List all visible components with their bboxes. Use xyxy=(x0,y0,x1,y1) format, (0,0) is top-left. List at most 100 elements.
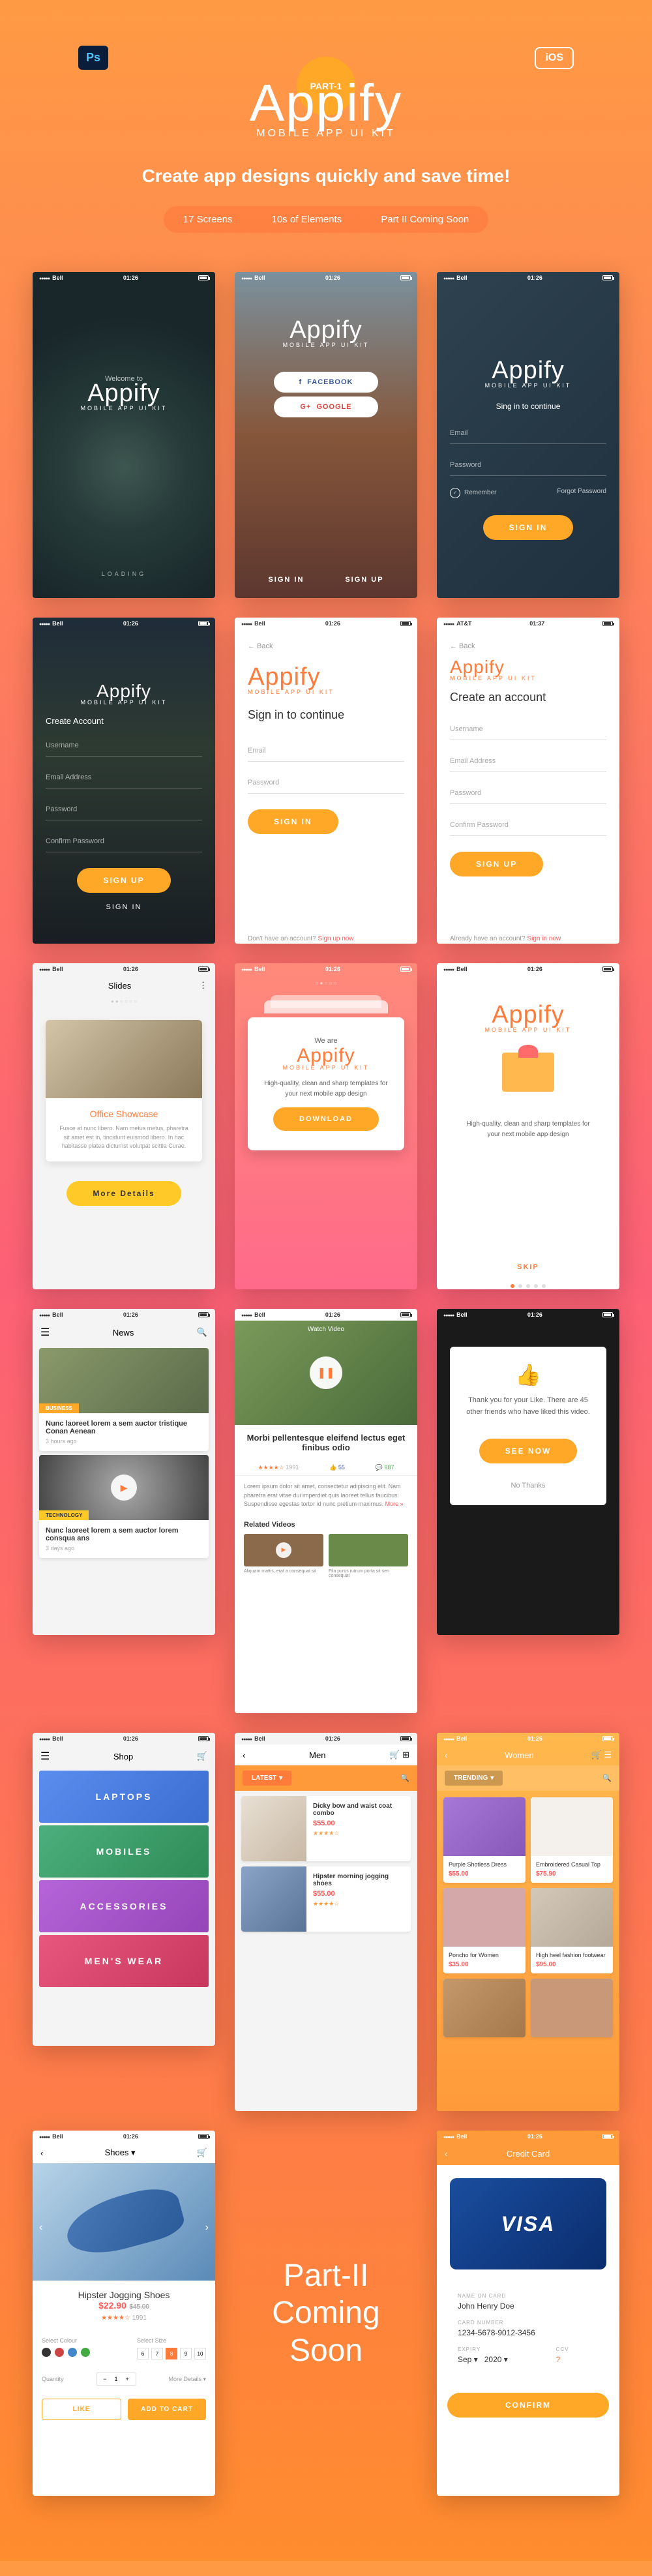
forgot-link[interactable]: Forgot Password xyxy=(557,488,606,498)
product-card[interactable]: Poncho for Women$35.00 xyxy=(443,1888,526,1973)
ccv-field[interactable]: ? xyxy=(556,2355,599,2364)
no-thanks-link[interactable]: No Thanks xyxy=(463,1482,593,1490)
like-button[interactable]: LIKE xyxy=(42,2399,121,2420)
quantity-stepper[interactable]: −1+ xyxy=(96,2373,136,2386)
cart-icon[interactable]: 🛒 xyxy=(197,1751,207,1761)
see-now-button[interactable]: SEE NOW xyxy=(479,1439,578,1463)
cardholder-name[interactable]: John Henry Doe xyxy=(458,2301,599,2311)
back-icon[interactable]: ‹ xyxy=(40,2148,43,2158)
email-field[interactable] xyxy=(450,423,606,444)
product-card[interactable] xyxy=(443,1979,526,2037)
email-field[interactable] xyxy=(450,751,606,772)
download-button[interactable]: DOWNLOAD xyxy=(273,1107,379,1131)
pagination-dots: ○ ● ○ ○ ○ xyxy=(235,975,417,991)
page-title: ‹Credit Card xyxy=(437,2142,619,2165)
signin-link[interactable]: SIGN IN xyxy=(268,576,304,584)
remember-checkbox[interactable]: Remember xyxy=(450,488,496,498)
signin-button[interactable]: SIGN IN xyxy=(248,809,338,834)
cart-icon[interactable]: 🛒 xyxy=(591,1750,602,1760)
email-field[interactable] xyxy=(46,767,202,788)
cart-icon[interactable]: 🛒 xyxy=(197,2148,207,2158)
signin-link[interactable]: Sign in now xyxy=(527,935,561,942)
cart-icon[interactable]: 🛒 xyxy=(389,1750,400,1760)
confirm-password-field[interactable] xyxy=(46,831,202,852)
back-link[interactable]: ← Back xyxy=(450,642,606,650)
product-card[interactable]: Purple Shotless Dress$55.00 xyxy=(443,1797,526,1883)
menu-icon[interactable]: ⋮ xyxy=(199,980,207,991)
back-icon[interactable]: ‹ xyxy=(445,2149,447,2159)
product-list-item[interactable]: Dicky bow and waist coat combo$55.00★★★★… xyxy=(241,1796,411,1861)
more-details-toggle[interactable]: More Details ▾ xyxy=(168,2376,206,2383)
confirm-button[interactable]: CONFIRM xyxy=(447,2393,609,2418)
search-icon[interactable]: 🔍 xyxy=(197,1327,207,1338)
more-link[interactable]: More » xyxy=(385,1501,404,1507)
grid-icon[interactable]: ⊞ xyxy=(402,1750,409,1760)
google-button[interactable]: G+GOOGLE xyxy=(274,397,378,417)
product-name: Hipster morning jogging shoes xyxy=(313,1873,404,1887)
product-image xyxy=(443,1888,526,1947)
signin-button[interactable]: SIGN IN xyxy=(483,515,574,540)
username-field[interactable] xyxy=(46,735,202,756)
back-icon[interactable]: ‹ xyxy=(243,1750,245,1760)
search-icon[interactable]: 🔍 xyxy=(400,1774,409,1782)
category-accessories[interactable]: ACCESSORIES xyxy=(39,1880,209,1932)
signup-button[interactable]: SIGN UP xyxy=(77,868,170,893)
play-icon[interactable]: ▶ xyxy=(111,1475,137,1501)
pill-elements: 10s of Elements xyxy=(252,206,362,233)
add-to-cart-button[interactable]: ADD TO CART xyxy=(128,2399,206,2420)
password-field[interactable] xyxy=(46,799,202,820)
card-number[interactable]: 1234-5678-9012-3456 xyxy=(458,2328,599,2337)
product-list-item[interactable]: Hipster morning jogging shoes$55.00★★★★☆ xyxy=(241,1866,411,1932)
product-price: $55.00 xyxy=(313,1890,404,1898)
product-card[interactable]: Embroidered Casual Top$75.90 xyxy=(531,1797,613,1883)
email-field[interactable] xyxy=(248,740,404,762)
thumbs-up-icon: 👍 xyxy=(463,1362,593,1387)
category-menswear[interactable]: MEN'S WEAR xyxy=(39,1935,209,1987)
back-link[interactable]: ← Back xyxy=(248,642,404,650)
pause-button[interactable]: ❚❚ xyxy=(310,1356,342,1389)
password-field[interactable] xyxy=(450,455,606,476)
screen-onboard-skip: Bell01:26 Appify MOBILE APP UI KIT High-… xyxy=(437,963,619,1289)
facebook-button[interactable]: fFACEBOOK xyxy=(274,372,378,393)
password-field[interactable] xyxy=(248,772,404,794)
list-icon[interactable]: ☰ xyxy=(604,1750,612,1760)
modal-card: 👍 Thank you for your Like. There are 45 … xyxy=(450,1347,606,1505)
coming-soon-text: Part-II Coming Soon xyxy=(235,2131,417,2496)
comments-count[interactable]: 💬 987 xyxy=(376,1464,394,1471)
back-icon[interactable]: ‹ xyxy=(445,1750,447,1760)
screen-signup-light: AT&T01:37 ← Back Appify MOBILE APP UI KI… xyxy=(437,618,619,944)
menu-icon[interactable] xyxy=(40,1326,50,1339)
category-mobiles[interactable]: MOBILES xyxy=(39,1825,209,1878)
news-card[interactable]: ▶TECHNOLOGY Nunc laoreet lorem a sem auc… xyxy=(39,1455,209,1558)
color-selector[interactable] xyxy=(42,2348,90,2357)
filter-tab[interactable]: TRENDING ▾ xyxy=(445,1771,503,1786)
likes-count[interactable]: 👍 55 xyxy=(329,1464,345,1471)
password-field[interactable] xyxy=(450,783,606,804)
confirm-password-field[interactable] xyxy=(450,815,606,836)
news-card[interactable]: BUSINESS Nunc laoreet lorem a sem auctor… xyxy=(39,1348,209,1451)
next-icon[interactable]: › xyxy=(205,2222,209,2234)
prev-icon[interactable]: ‹ xyxy=(39,2222,42,2234)
slide-card[interactable]: Office Showcase Fusce at nunc libero. Na… xyxy=(46,1020,202,1161)
related-video[interactable]: ▶Aliquam mattis, erat a consequat sit xyxy=(244,1534,323,1578)
signup-button[interactable]: SIGN UP xyxy=(450,852,543,876)
signup-link[interactable]: Sign up now xyxy=(318,935,354,942)
product-card[interactable] xyxy=(531,1979,613,2037)
menu-icon[interactable] xyxy=(40,1750,50,1763)
size-selector[interactable]: 678910 xyxy=(137,2348,206,2359)
category-laptops[interactable]: LAPTOPS xyxy=(39,1771,209,1823)
more-details-button[interactable]: More Details xyxy=(67,1181,181,1206)
app-subtitle: MOBILE APP UI KIT xyxy=(450,675,606,681)
product-card[interactable]: High heel fashion footwear$95.00 xyxy=(531,1888,613,1973)
product-price: $22.90 xyxy=(98,2300,126,2311)
skip-button[interactable]: SKIP xyxy=(450,1263,606,1271)
signup-link[interactable]: SIGN UP xyxy=(345,576,383,584)
signin-link[interactable]: SIGN IN xyxy=(106,903,142,911)
username-field[interactable] xyxy=(450,719,606,740)
search-icon[interactable]: 🔍 xyxy=(602,1774,612,1782)
related-video[interactable]: Fila purus rutrum porta sit sen consequa… xyxy=(329,1534,408,1578)
expiry-field[interactable]: Sep ▾ 2020 ▾ xyxy=(458,2355,543,2364)
screen-men-list: Bell01:26 ‹Men🛒 ⊞ LATEST ▾🔍 Dicky bow an… xyxy=(235,1733,417,2111)
app-logo: Appify xyxy=(81,380,168,408)
filter-tab[interactable]: LATEST ▾ xyxy=(243,1771,291,1786)
